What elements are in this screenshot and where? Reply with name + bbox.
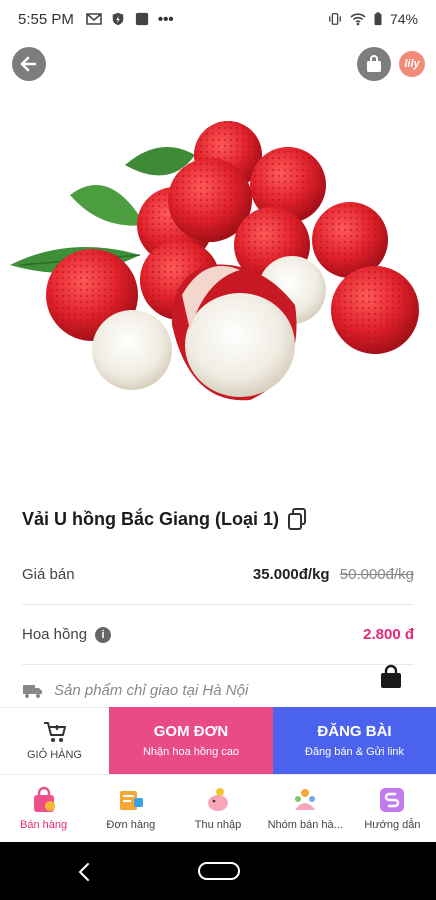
nav-label: Thu nhập xyxy=(194,819,242,831)
group-icon xyxy=(295,789,316,810)
floating-cart-icon[interactable] xyxy=(378,664,404,690)
more-dots-icon: ••• xyxy=(157,10,174,28)
brand-logo[interactable]: lily xyxy=(399,51,425,77)
commission-value: 2.800 đ xyxy=(363,626,414,643)
nav-label: Bán hàng xyxy=(20,819,68,831)
guide-icon xyxy=(380,788,405,812)
commission-row: Hoa hồng i 2.800 đ xyxy=(22,605,414,665)
nav-label: Hướng dẫn xyxy=(364,819,421,831)
dang-bai-subtitle: Đăng bán & Gửi link xyxy=(304,746,405,758)
delivery-note: Sản phẩm chỉ giao tại Hà Nội xyxy=(54,682,249,699)
battery-percent: 74% xyxy=(389,11,418,27)
nav-item-nhom-ban-hang[interactable]: Nhóm bán hà... xyxy=(262,775,349,842)
status-time: 5:55 PM xyxy=(18,10,74,28)
gom-don-title: GOM ĐƠN xyxy=(153,723,229,740)
current-price: 35.000đ/kg xyxy=(252,566,330,583)
battery-icon xyxy=(374,12,382,26)
nav-label: Nhóm bán hà... xyxy=(267,819,343,831)
dang-bai-title: ĐĂNG BÀI xyxy=(317,723,392,740)
product-image xyxy=(10,121,419,401)
copy-icon[interactable] xyxy=(287,508,307,530)
delivery-note-row: Sản phẩm chỉ giao tại Hà Nội xyxy=(22,682,248,699)
nav-item-thu-nhap[interactable]: Thu nhập xyxy=(174,775,261,842)
commission-label-group: Hoa hồng i xyxy=(22,626,112,643)
status-bar: 5:55 PM ••• 74% xyxy=(0,0,436,38)
piggy-bank-icon xyxy=(208,788,228,811)
dang-bai-button[interactable]: ĐĂNG BÀI Đăng bán & Gửi link xyxy=(273,707,436,774)
bottom-nav: Bán hàng Đơn hàng Thu nhập Nhóm bán hà..… xyxy=(0,774,436,842)
gom-don-subtitle: Nhận hoa hồng cao xyxy=(142,746,240,758)
system-nav-bar xyxy=(0,842,436,900)
cart-action-button[interactable]: GIỎ HÀNG xyxy=(0,707,109,774)
cart-action-label: GIỎ HÀNG xyxy=(26,749,82,761)
gmail-icon xyxy=(86,13,102,25)
gom-don-button[interactable]: GOM ĐƠN Nhận hoa hồng cao xyxy=(109,707,273,774)
delivery-truck-icon xyxy=(23,684,42,698)
shield-icon xyxy=(112,12,124,26)
vibrate-icon xyxy=(329,13,341,25)
nav-item-ban-hang[interactable]: Bán hàng xyxy=(0,775,87,842)
system-home-button[interactable] xyxy=(198,862,240,880)
cart-add-icon xyxy=(43,722,66,742)
arrow-left-icon xyxy=(20,56,37,72)
status-notification-icons: ••• xyxy=(86,11,174,28)
shopping-bag-icon xyxy=(367,55,381,72)
nav-label: Đơn hàng xyxy=(106,819,156,831)
system-back-icon[interactable] xyxy=(76,862,92,882)
orders-icon xyxy=(119,791,143,810)
wifi-icon xyxy=(350,13,366,26)
commission-label: Hoa hồng xyxy=(22,626,88,643)
old-price: 50.000đ/kg xyxy=(339,566,414,583)
price-row: Giá bán 35.000đ/kg 50.000đ/kg xyxy=(22,545,414,605)
cart-button[interactable] xyxy=(357,47,391,81)
shopping-bag-icon xyxy=(33,786,55,812)
action-bar: GIỎ HÀNG GOM ĐƠN Nhận hoa hồng cao ĐĂNG … xyxy=(0,707,436,774)
nav-item-huong-dan[interactable]: Hướng dẫn xyxy=(349,775,436,842)
price-label: Giá bán xyxy=(22,566,75,583)
back-button[interactable] xyxy=(12,47,46,81)
app-square-icon xyxy=(135,12,148,26)
product-title-row: Vải U hồng Bắc Giang (Loại 1) xyxy=(22,508,307,530)
price-value-group: 35.000đ/kg 50.000đ/kg xyxy=(253,566,414,583)
nav-item-don-hang[interactable]: Đơn hàng xyxy=(87,775,174,842)
info-icon[interactable]: i xyxy=(95,626,112,643)
status-system-icons: 74% xyxy=(327,11,418,27)
product-title: Vải U hồng Bắc Giang (Loại 1) xyxy=(22,508,280,529)
